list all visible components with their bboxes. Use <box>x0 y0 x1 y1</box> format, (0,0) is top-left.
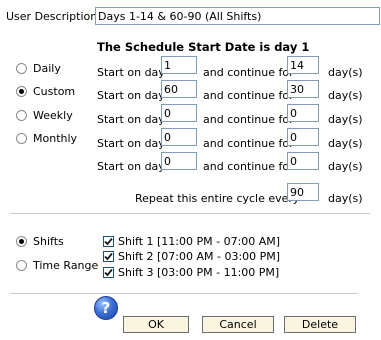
unit-label-5: day(s) <box>328 160 363 173</box>
cancel-button[interactable]: Cancel <box>202 316 274 333</box>
shift-3-checkbox[interactable] <box>103 267 114 278</box>
start-day-input-5[interactable] <box>161 152 197 170</box>
radio-daily-circle[interactable] <box>16 63 27 74</box>
radio-custom-circle[interactable] <box>16 86 27 97</box>
shift-1-checkbox-row[interactable]: Shift 1 [11:00 PM - 07:00 AM] <box>103 235 280 248</box>
continue-label-4: and continue for <box>203 137 294 150</box>
continue-days-input-2[interactable] <box>287 80 319 98</box>
continue-days-input-1[interactable] <box>287 56 319 74</box>
unit-label-1: day(s) <box>328 66 363 79</box>
unit-label-3: day(s) <box>328 113 363 126</box>
radio-custom-label: Custom <box>33 85 76 98</box>
user-description-label: User Description: <box>6 10 101 23</box>
continue-label-2: and continue for <box>203 89 294 102</box>
continue-days-input-4[interactable] <box>287 128 319 146</box>
continue-days-input-3[interactable] <box>287 104 319 122</box>
repeat-cycle-input[interactable] <box>287 183 319 201</box>
radio-monthly[interactable]: Monthly <box>16 132 77 145</box>
section-divider <box>10 213 370 214</box>
checkmark-icon <box>104 237 113 246</box>
radio-weekly-label: Weekly <box>33 109 73 122</box>
radio-time-range[interactable]: Time Range <box>16 259 98 272</box>
start-label-5: Start on day <box>97 160 165 173</box>
start-label-2: Start on day <box>97 89 165 102</box>
help-icon[interactable]: ? <box>94 296 118 320</box>
continue-days-input-5[interactable] <box>287 152 319 170</box>
repeat-cycle-label: Repeat this entire cycle every <box>135 192 300 205</box>
radio-shifts-circle[interactable] <box>16 236 27 247</box>
unit-label-2: day(s) <box>328 89 363 102</box>
footer-divider <box>10 293 358 294</box>
start-day-input-4[interactable] <box>161 128 197 146</box>
shift-3-label: Shift 3 [03:00 PM - 11:00 PM] <box>118 266 280 279</box>
checkmark-icon <box>104 268 113 277</box>
radio-daily-label: Daily <box>33 62 61 75</box>
schedule-start-title: The Schedule Start Date is day 1 <box>97 40 310 54</box>
delete-button[interactable]: Delete <box>284 316 356 333</box>
shift-2-checkbox[interactable] <box>103 251 114 262</box>
radio-monthly-circle[interactable] <box>16 133 27 144</box>
unit-label-4: day(s) <box>328 137 363 150</box>
shift-1-label: Shift 1 [11:00 PM - 07:00 AM] <box>118 235 281 248</box>
radio-weekly[interactable]: Weekly <box>16 109 73 122</box>
start-day-input-3[interactable] <box>161 104 197 122</box>
shift-2-label: Shift 2 [07:00 AM - 03:00 PM] <box>118 250 281 263</box>
radio-shifts-label: Shifts <box>33 235 64 248</box>
start-label-4: Start on day <box>97 137 165 150</box>
start-label-1: Start on day <box>97 66 165 79</box>
ok-button[interactable]: OK <box>123 316 189 333</box>
radio-custom[interactable]: Custom <box>16 85 75 98</box>
repeat-cycle-unit: day(s) <box>328 192 363 205</box>
radio-time-range-label: Time Range <box>33 259 99 272</box>
checkmark-icon <box>104 252 113 261</box>
radio-weekly-circle[interactable] <box>16 110 27 121</box>
radio-shifts[interactable]: Shifts <box>16 235 64 248</box>
radio-monthly-label: Monthly <box>33 132 78 145</box>
user-description-input[interactable] <box>95 7 380 25</box>
continue-label-3: and continue for <box>203 113 294 126</box>
shift-1-checkbox[interactable] <box>103 236 114 247</box>
shift-3-checkbox-row[interactable]: Shift 3 [03:00 PM - 11:00 PM] <box>103 266 279 279</box>
start-day-input-1[interactable] <box>161 56 197 74</box>
radio-time-range-circle[interactable] <box>16 260 27 271</box>
radio-daily[interactable]: Daily <box>16 62 61 75</box>
start-day-input-2[interactable] <box>161 80 197 98</box>
continue-label-1: and continue for <box>203 66 294 79</box>
shift-2-checkbox-row[interactable]: Shift 2 [07:00 AM - 03:00 PM] <box>103 250 280 263</box>
continue-label-5: and continue for <box>203 160 294 173</box>
start-label-3: Start on day <box>97 113 165 126</box>
